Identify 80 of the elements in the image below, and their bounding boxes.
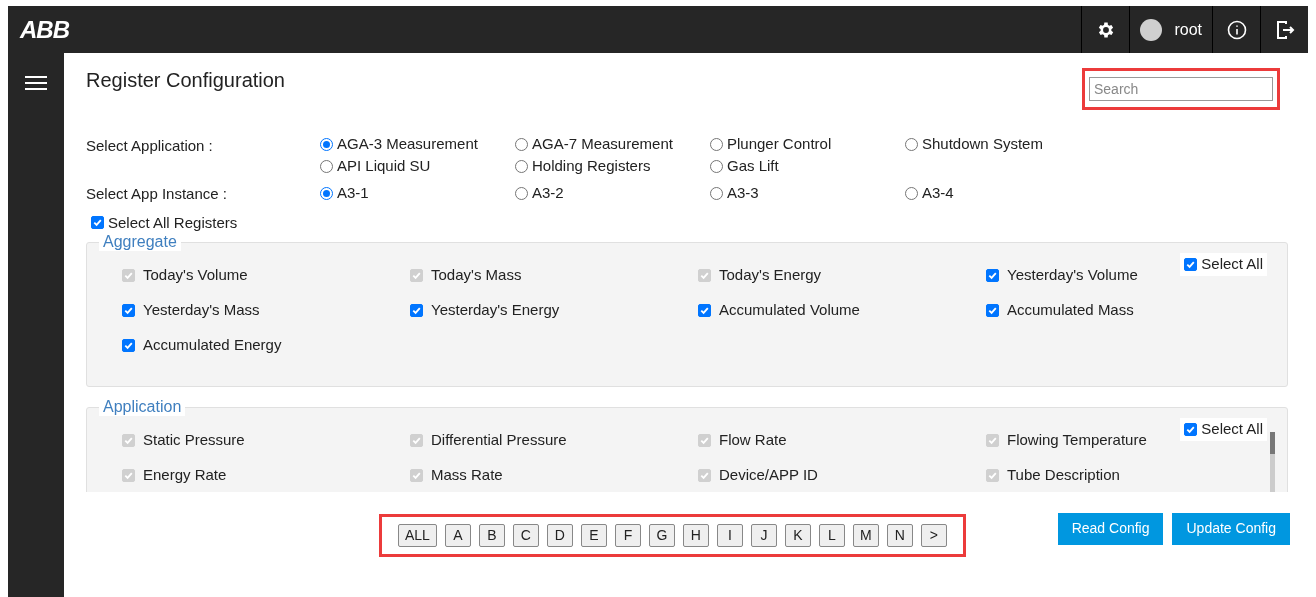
letter-filter-button[interactable]: H — [682, 524, 709, 547]
page-title: Register Configuration — [86, 68, 285, 93]
checkbox[interactable] — [122, 339, 135, 352]
checkbox-label: Tube Description — [1007, 465, 1120, 486]
logo: ABB — [20, 14, 69, 45]
letter-filter-button[interactable]: A — [444, 524, 471, 547]
checkbox-label: Differential Pressure — [431, 430, 567, 451]
checkbox-label: Static Pressure — [143, 430, 245, 451]
radio-label: Holding Registers — [532, 155, 651, 176]
letter-filter-button[interactable]: J — [750, 524, 777, 547]
checkbox-label: Flowing Temperature — [1007, 430, 1147, 451]
radio-label: A3-1 — [337, 182, 369, 203]
field-label: Select Application : — [86, 136, 214, 156]
checkbox-label: Accumulated Volume — [719, 300, 860, 321]
letter-filter-button[interactable]: G — [648, 524, 675, 547]
checkbox-label: Accumulated Energy — [143, 335, 282, 356]
info-icon — [1226, 19, 1247, 40]
scrollbar[interactable] — [1270, 432, 1275, 492]
radio-label: Shutdown System — [922, 133, 1043, 154]
radio-button[interactable] — [515, 159, 528, 173]
checkbox[interactable] — [122, 304, 135, 317]
checkbox-label: Today's Energy — [719, 265, 822, 286]
checkbox-label: Device/APP ID — [719, 465, 818, 486]
checkbox-label: Energy Rate — [143, 465, 227, 486]
logout-icon — [1274, 19, 1295, 40]
radio-label: A3-2 — [532, 182, 564, 203]
group-title: Aggregate — [99, 234, 181, 251]
checkbox[interactable] — [986, 304, 999, 317]
user-name[interactable]: root — [1174, 17, 1202, 42]
letter-filter-button[interactable]: E — [580, 524, 607, 547]
search-field[interactable]: Search — [1089, 77, 1273, 101]
letter-filter-button[interactable]: N — [886, 524, 913, 547]
checkbox[interactable] — [1184, 257, 1198, 271]
radio-label: Plunger Control — [727, 133, 832, 154]
checkbox[interactable] — [410, 304, 423, 317]
radio-button[interactable] — [320, 186, 333, 200]
checkbox-label: Mass Rate — [431, 465, 503, 486]
radio-label: AGA-3 Measurement — [337, 133, 478, 154]
letter-filter-button[interactable]: C — [512, 524, 539, 547]
menu-icon[interactable] — [25, 75, 47, 91]
radio-button[interactable] — [710, 137, 723, 151]
radio-label: A3-3 — [727, 182, 759, 203]
checkbox-label: Yesterday's Volume — [1007, 265, 1138, 286]
checkbox-label: Yesterday's Mass — [143, 300, 260, 321]
radio-label: API Liquid SU — [337, 155, 431, 176]
radio-label: Gas Lift — [727, 155, 779, 176]
radio-label: AGA-7 Measurement — [532, 133, 673, 154]
checkbox-label: Flow Rate — [719, 430, 787, 451]
checkbox-label: Select All Registers — [108, 212, 238, 233]
checkbox[interactable] — [986, 269, 999, 282]
avatar-icon — [1140, 18, 1163, 41]
checkbox[interactable] — [91, 216, 104, 230]
radio-button[interactable] — [320, 137, 333, 151]
radio-button[interactable] — [515, 137, 528, 151]
letter-filter-button[interactable]: L — [818, 524, 845, 547]
checkbox-label: Today's Volume — [143, 265, 248, 286]
checkbox-label: Today's Mass — [431, 265, 522, 286]
letter-filter-button[interactable]: ALL — [398, 524, 437, 547]
letter-filter-button[interactable]: > — [920, 524, 947, 547]
radio-label: A3-4 — [922, 182, 954, 203]
radio-button[interactable] — [320, 159, 333, 173]
radio-button[interactable] — [515, 186, 528, 200]
radio-button[interactable] — [710, 186, 723, 200]
checkbox[interactable] — [1184, 422, 1198, 436]
radio-button[interactable] — [905, 137, 918, 151]
group-title: Application — [99, 398, 186, 416]
letter-filter-button[interactable]: I — [716, 524, 743, 547]
letter-filter-button[interactable]: F — [614, 524, 641, 547]
radio-button[interactable] — [905, 186, 918, 200]
letter-filter-button[interactable]: D — [546, 524, 573, 547]
checkbox[interactable] — [698, 304, 711, 317]
field-label: Select App Instance : — [86, 184, 228, 204]
letter-filter-button[interactable]: K — [784, 524, 811, 547]
checkbox-label: Yesterday's Energy — [431, 300, 560, 321]
checkbox-label: Select All — [1201, 254, 1263, 274]
letter-filter-button[interactable]: M — [852, 524, 879, 547]
radio-button[interactable] — [710, 159, 723, 173]
letter-filter-button[interactable]: B — [478, 524, 505, 547]
checkbox-label: Accumulated Mass — [1007, 300, 1134, 321]
checkbox-label: Select All — [1201, 419, 1263, 439]
